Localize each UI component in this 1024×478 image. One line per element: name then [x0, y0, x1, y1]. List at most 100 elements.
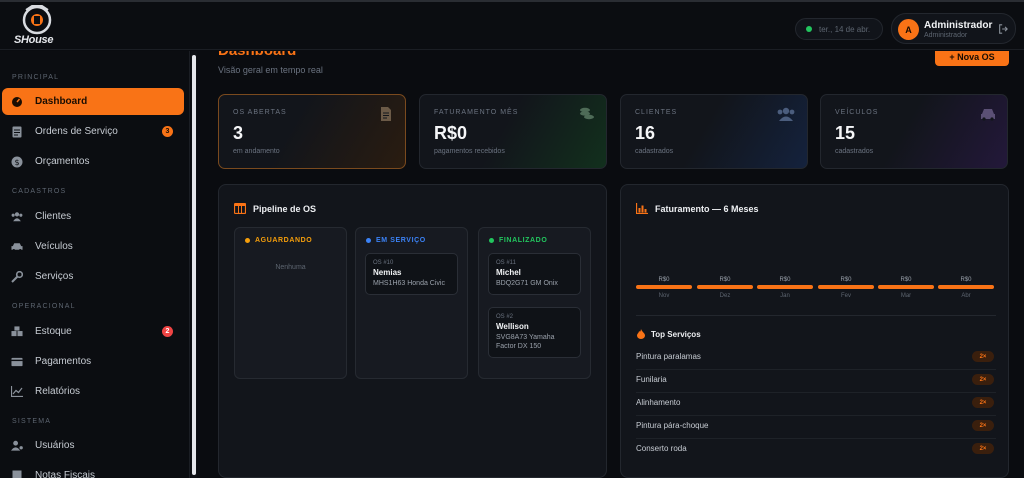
online-status-dot-icon — [806, 26, 812, 32]
stat-card-veiculos[interactable]: VEÍCULOS 15 cadastrados — [820, 94, 1008, 169]
logout-icon[interactable] — [998, 24, 1008, 34]
sidebar-item-label: Dashboard — [35, 96, 88, 107]
badge-estoque: 2 — [162, 326, 173, 337]
section-principal: PRINCIPAL — [12, 74, 60, 81]
empty-column-text: Nenhuma — [275, 264, 306, 271]
pipeline-title: Pipeline de OS — [253, 204, 317, 214]
stat-card-faturamento[interactable]: FATURAMENTO MÊS R$0 pagamentos recebidos — [419, 94, 607, 169]
revenue-bar[interactable]: R$0 Mar — [878, 277, 934, 299]
car-icon — [11, 241, 23, 253]
os-client: Nemias — [373, 268, 402, 277]
page-subtitle: Visão geral em tempo real — [218, 65, 323, 75]
user-role: Administrador — [924, 32, 968, 39]
column-header: EM SERVIÇO — [366, 237, 426, 244]
stat-sub: pagamentos recebidos — [434, 148, 505, 155]
sidebar-item-notas-fiscais[interactable]: Notas Fiscais — [2, 462, 184, 478]
money-icon: $ — [11, 156, 23, 168]
os-card[interactable]: OS #10 Nemias MHS1H63 Honda Civic — [365, 253, 458, 295]
sidebar-item-label: Notas Fiscais — [35, 470, 96, 478]
sidebar-item-dashboard[interactable]: Dashboard — [2, 88, 184, 115]
sidebar-item-relatorios[interactable]: Relatórios — [2, 378, 184, 405]
pipeline-column-finalizado: FINALIZADO OS #11 Michel BDQ2G71 GM Onix… — [478, 227, 591, 379]
os-vehicle: MHS1H63 Honda Civic — [373, 280, 445, 287]
stat-sub: cadastrados — [835, 148, 874, 155]
badge-ordens: 3 — [162, 126, 173, 137]
fire-icon — [637, 329, 645, 339]
sidebar-item-orcamentos[interactable]: $ Orçamentos — [2, 148, 184, 175]
top-service-row: Funilaria 2× — [636, 370, 996, 393]
stat-value: R$0 — [434, 123, 468, 143]
top-services-title: Top Serviços — [651, 330, 701, 339]
sidebar-item-label: Serviços — [35, 271, 74, 282]
car-icon — [981, 109, 995, 121]
service-count-badge: 2× — [972, 443, 994, 454]
revenue-bar[interactable]: R$0 Abr — [938, 277, 994, 299]
file-icon — [381, 107, 391, 121]
boxes-icon — [11, 326, 23, 338]
sidebar-item-label: Relatórios — [35, 386, 81, 397]
sidebar-item-servicos[interactable]: Serviços — [2, 263, 184, 290]
column-header: AGUARDANDO — [245, 237, 312, 244]
stat-label: FATURAMENTO MÊS — [434, 109, 519, 116]
sidebar-item-label: Estoque — [35, 326, 72, 337]
app-root: SHouse ter., 14 de abr. A Administrador … — [0, 0, 1024, 478]
wallet-icon — [11, 356, 23, 368]
sidebar-item-clientes[interactable]: Clientes — [2, 203, 184, 230]
sidebar-item-usuarios[interactable]: Usuários — [2, 432, 184, 459]
scrollbar-thumb[interactable] — [192, 55, 196, 475]
user-cog-icon — [11, 440, 23, 452]
os-id: OS #11 — [496, 260, 516, 266]
sidebar-item-ordens-de-servico[interactable]: Ordens de Serviço 3 — [2, 118, 184, 145]
sidebar-item-label: Clientes — [35, 211, 72, 222]
pipeline-panel: Pipeline de OS AGUARDANDO Nenhuma EM SER… — [218, 184, 607, 478]
stat-card-os-abertas[interactable]: OS ABERTAS 3 em andamento — [218, 94, 406, 169]
pipeline-column-aguardando: AGUARDANDO Nenhuma — [234, 227, 347, 379]
sidebar-item-label: Usuários — [35, 440, 75, 451]
revenue-bar[interactable]: R$0 Fev — [818, 277, 874, 299]
service-count-badge: 2× — [972, 374, 994, 385]
section-sistema: SISTEMA — [12, 418, 52, 425]
revenue-bar[interactable]: R$0 Dez — [697, 277, 753, 299]
receipt-icon — [11, 470, 23, 478]
sidebar-item-label: Ordens de Serviço — [35, 126, 118, 137]
logo-text: SHouse — [14, 34, 54, 46]
stat-value: 3 — [233, 123, 244, 143]
sidebar-item-pagamentos[interactable]: Pagamentos — [2, 348, 184, 375]
new-os-button[interactable]: + Nova OS — [935, 51, 1009, 66]
stat-label: OS ABERTAS — [233, 109, 287, 116]
stat-sub: em andamento — [233, 148, 280, 155]
revenue-bar[interactable]: R$0 Nov — [636, 277, 692, 299]
sidebar: PRINCIPAL Dashboard Ordens de Serviço 3 … — [0, 51, 190, 478]
avatar: A — [898, 19, 919, 40]
current-date: ter., 14 de abr. — [819, 24, 871, 34]
sidebar-item-estoque[interactable]: Estoque 2 — [2, 318, 184, 345]
stat-label: CLIENTES — [635, 109, 678, 116]
top-service-row: Alinhamento 2× — [636, 393, 996, 416]
revenue-title: Faturamento — 6 Meses — [655, 204, 759, 214]
kanban-icon — [234, 203, 246, 214]
os-id: OS #2 — [496, 314, 514, 320]
section-cadastros: CADASTROS — [12, 188, 67, 195]
stat-sub: cadastrados — [635, 148, 674, 155]
users-icon — [777, 107, 795, 121]
user-name: Administrador — [924, 20, 993, 31]
os-card[interactable]: OS #2 Wellison SVG8A73 Yamaha Factor DX … — [488, 307, 581, 358]
os-card[interactable]: OS #11 Michel BDQ2G71 GM Onix — [488, 253, 581, 295]
sidebar-item-label: Veículos — [35, 241, 73, 252]
gauge-icon — [11, 96, 23, 108]
service-count-badge: 2× — [972, 351, 994, 362]
stat-value: 15 — [835, 123, 856, 143]
section-operacional: OPERACIONAL — [12, 303, 76, 310]
stat-card-clientes[interactable]: CLIENTES 16 cadastrados — [620, 94, 808, 169]
coins-icon — [580, 107, 594, 120]
bar-chart-icon — [636, 203, 648, 214]
service-count-badge: 2× — [972, 420, 994, 431]
os-client: Wellison — [496, 322, 529, 331]
service-count-badge: 2× — [972, 397, 994, 408]
sidebar-item-veiculos[interactable]: Veículos — [2, 233, 184, 260]
revenue-bar[interactable]: R$0 Jan — [757, 277, 813, 299]
page-title: Dashboard — [218, 51, 296, 59]
user-menu[interactable]: A Administrador Administrador — [891, 13, 1016, 44]
revenue-panel: Faturamento — 6 Meses R$0 Nov R$0 Dez R$0 J… — [620, 184, 1009, 478]
sidebar-scrollbar[interactable] — [191, 51, 197, 478]
